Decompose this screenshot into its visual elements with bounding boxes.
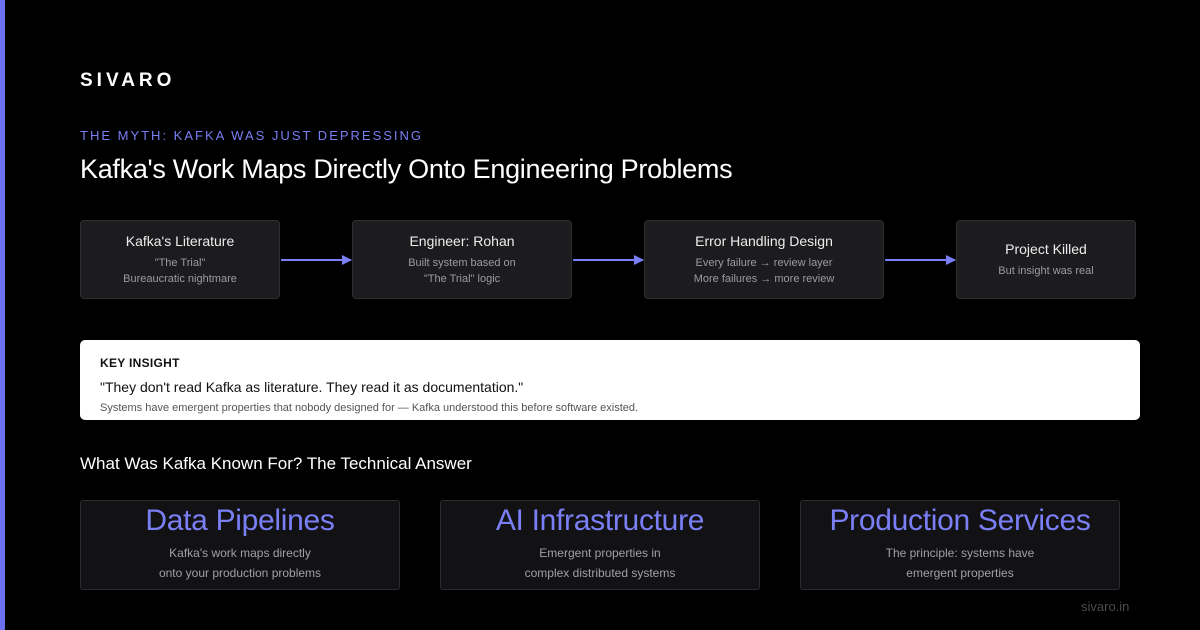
card-line: emergent properties xyxy=(906,566,1014,580)
card-line: Emergent properties in xyxy=(539,546,661,560)
flow-step-literature: Kafka's Literature "The Trial" Bureaucra… xyxy=(80,220,280,299)
card-title: Data Pipelines xyxy=(145,504,335,537)
card-line: onto your production problems xyxy=(158,566,322,580)
flow-step-title: Project Killed xyxy=(1005,240,1087,257)
page-title: Kafka's Work Maps Directly Onto Engineer… xyxy=(80,154,733,184)
flow-step-line: Bureaucratic nightmare xyxy=(123,272,237,285)
card-production-services: Production Services The principle: syste… xyxy=(800,500,1120,590)
card-line: The principle: systems have xyxy=(885,546,1035,560)
flow-step-line: "The Trial" xyxy=(154,256,206,269)
key-insight-panel: KEY INSIGHT "They don't read Kafka as li… xyxy=(80,340,1140,420)
card-line: complex distributed systems xyxy=(524,566,676,580)
card-line: Kafka's work maps directly xyxy=(169,546,311,560)
card-title: Production Services xyxy=(829,504,1091,537)
flow-step-line: Built system based on xyxy=(408,256,516,269)
flow-step-project-killed: Project Killed But insight was real xyxy=(956,220,1136,299)
flow-step-line: Every failure → review layer xyxy=(695,256,833,269)
card-data-pipelines: Data Pipelines Kafka's work maps directl… xyxy=(80,500,400,590)
flow-step-line: "The Trial" logic xyxy=(423,272,501,285)
eyebrow-label: THE MYTH: KAFKA WAS JUST DEPRESSING xyxy=(80,128,424,143)
flow-step-error-handling: Error Handling Design Every failure → re… xyxy=(644,220,884,299)
footer-url: sivaro.in xyxy=(1081,599,1130,614)
flow-step-line: More failures → more review xyxy=(693,272,835,285)
card-title: AI Infrastructure xyxy=(495,504,705,537)
card-ai-infrastructure: AI Infrastructure Emergent properties in… xyxy=(440,500,760,590)
flow-step-title: Kafka's Literature xyxy=(125,232,235,249)
insight-note: Systems have emergent properties that no… xyxy=(100,402,639,414)
section-title: What Was Kafka Known For? The Technical … xyxy=(80,454,472,473)
insight-quote: "They don't read Kafka as literature. Th… xyxy=(100,379,524,395)
accent-bar xyxy=(0,0,5,630)
flow-step-line: But insight was real xyxy=(998,264,1094,277)
flow-step-title: Error Handling Design xyxy=(695,232,833,249)
insight-label: KEY INSIGHT xyxy=(100,356,180,370)
flow-step-engineer: Engineer: Rohan Built system based on "T… xyxy=(352,220,572,299)
flow-step-title: Engineer: Rohan xyxy=(409,232,515,249)
brand-logo: SIVARO xyxy=(80,70,176,91)
